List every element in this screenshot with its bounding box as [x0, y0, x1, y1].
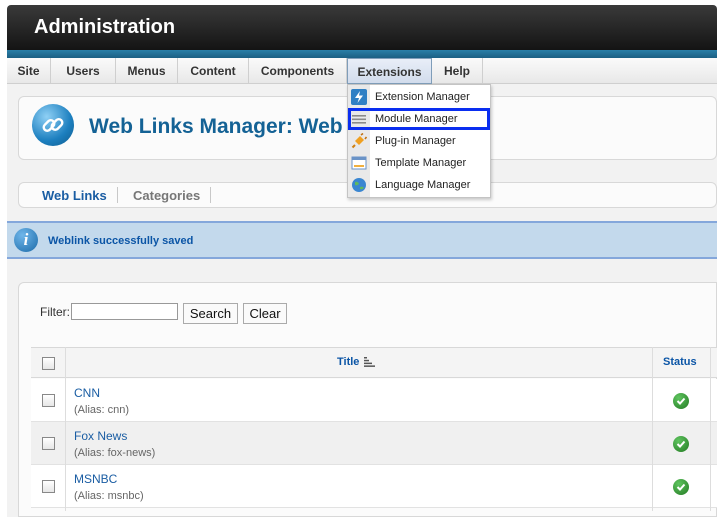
page-title: Web Links Manager: Web [89, 115, 343, 138]
tab-categories[interactable]: Categories [133, 188, 200, 203]
subtab-divider [117, 187, 118, 203]
menu-item-label: Language Manager [375, 179, 471, 191]
menu-components[interactable]: Components [249, 58, 347, 84]
menu-item-extension-manager[interactable]: Extension Manager [348, 86, 490, 108]
template-window-icon [351, 155, 367, 171]
published-check-icon[interactable] [673, 436, 689, 452]
filter-label: Filter: [40, 305, 70, 319]
plugin-plug-icon [351, 132, 368, 149]
subtab-divider [210, 187, 211, 203]
menu-item-label: Extension Manager [375, 91, 470, 103]
column-status-header[interactable]: Status [663, 356, 697, 368]
chain-link-icon [32, 104, 74, 146]
clear-button[interactable]: Clear [243, 303, 287, 324]
info-icon: i [14, 228, 38, 252]
extension-bolt-icon [351, 89, 367, 105]
menu-menus[interactable]: Menus [116, 58, 178, 84]
row-checkbox[interactable] [42, 394, 55, 407]
tab-web-links[interactable]: Web Links [42, 188, 107, 203]
column-divider [652, 347, 653, 511]
published-check-icon[interactable] [673, 479, 689, 495]
search-button[interactable]: Search [183, 303, 238, 324]
select-all-checkbox[interactable] [42, 357, 55, 370]
menu-item-label: Plug-in Manager [375, 135, 456, 147]
column-divider [710, 347, 711, 511]
column-title-header[interactable]: Title [337, 356, 376, 368]
admin-title: Administration [34, 16, 176, 38]
module-list-icon [351, 111, 367, 127]
filter-input[interactable] [71, 303, 178, 320]
menu-item-language-manager[interactable]: Language Manager [348, 174, 490, 196]
extensions-dropdown-menu: Extension Manager Module Manager Plug-in… [347, 84, 491, 198]
published-check-icon[interactable] [673, 393, 689, 409]
menu-item-label: Module Manager [375, 113, 458, 125]
menu-item-plugin-manager[interactable]: Plug-in Manager [348, 130, 490, 152]
weblink-alias: (Alias: cnn) [74, 404, 130, 416]
table-row [31, 379, 717, 422]
menu-content[interactable]: Content [178, 58, 249, 84]
menu-site[interactable]: Site [7, 58, 51, 84]
weblink-name-link[interactable]: MSNBC [74, 472, 117, 486]
row-checkbox[interactable] [42, 437, 55, 450]
weblink-alias: (Alias: fox-news) [74, 447, 156, 459]
weblink-name-link[interactable]: Fox News [74, 429, 127, 443]
row-checkbox[interactable] [42, 480, 55, 493]
message-text: Weblink successfully saved [48, 235, 194, 247]
menu-users[interactable]: Users [51, 58, 116, 84]
menu-item-label: Template Manager [375, 157, 467, 169]
weblink-alias: (Alias: msnbc) [74, 490, 144, 502]
menu-extensions[interactable]: Extensions [347, 58, 432, 84]
menu-help[interactable]: Help [432, 58, 483, 84]
menu-item-module-manager[interactable]: Module Manager [348, 108, 490, 130]
language-globe-icon [351, 177, 367, 193]
menu-item-template-manager[interactable]: Template Manager [348, 152, 490, 174]
admin-header: Administration [7, 5, 717, 50]
header-divider [7, 50, 717, 58]
column-divider [65, 347, 66, 511]
weblink-name-link[interactable]: CNN [74, 386, 100, 400]
sort-icon [364, 357, 376, 367]
